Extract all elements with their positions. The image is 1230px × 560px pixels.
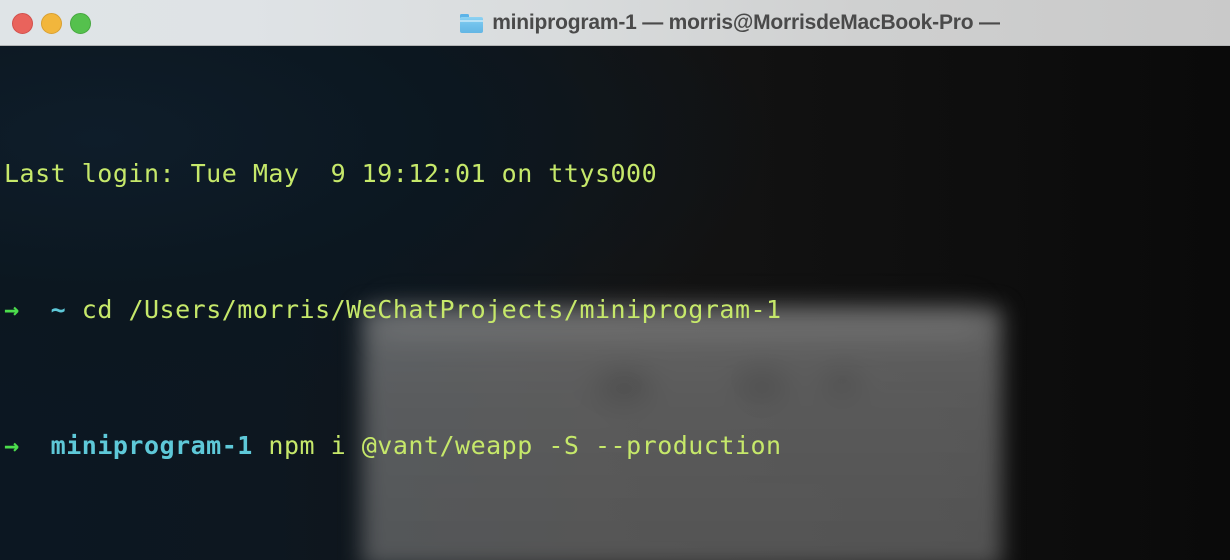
command-npm-production: npm i @vant/weapp -S --production [268, 431, 782, 460]
terminal-window: miniprogram-1 — morris@MorrisdeMacBook-P… [0, 0, 1230, 560]
terminal-body[interactable]: Last login: Tue May 9 19:12:01 on ttys00… [0, 46, 1230, 560]
window-title: miniprogram-1 — morris@MorrisdeMacBook-P… [492, 11, 1000, 34]
window-controls [12, 0, 91, 46]
minimize-button[interactable] [41, 12, 62, 34]
title-bar: miniprogram-1 — morris@MorrisdeMacBook-P… [0, 0, 1230, 46]
prompt-dir-label: miniprogram-1 [50, 431, 253, 460]
command-cd: cd /Users/morris/WeChatProjects/miniprog… [81, 295, 782, 324]
title-container: miniprogram-1 — morris@MorrisdeMacBook-P… [0, 0, 1230, 46]
terminal-line-last-login: Last login: Tue May 9 19:12:01 on ttys00… [4, 157, 1230, 191]
prompt-home-dir: ~ [50, 295, 67, 324]
zoom-button[interactable] [70, 12, 91, 34]
terminal-line-cd: → ~ cd /Users/morris/WeChatProjects/mini… [4, 293, 1230, 327]
folder-icon [460, 13, 484, 33]
terminal-output: Last login: Tue May 9 19:12:01 on ttys00… [0, 46, 1230, 560]
prompt-arrow-icon: → [4, 295, 20, 324]
terminal-line-npm-production: → miniprogram-1 npm i @vant/weapp -S --p… [4, 429, 1230, 463]
last-login-text: Last login: Tue May 9 19:12:01 on ttys00… [4, 159, 658, 188]
close-button[interactable] [12, 12, 33, 34]
prompt-arrow-icon: → [4, 431, 20, 460]
